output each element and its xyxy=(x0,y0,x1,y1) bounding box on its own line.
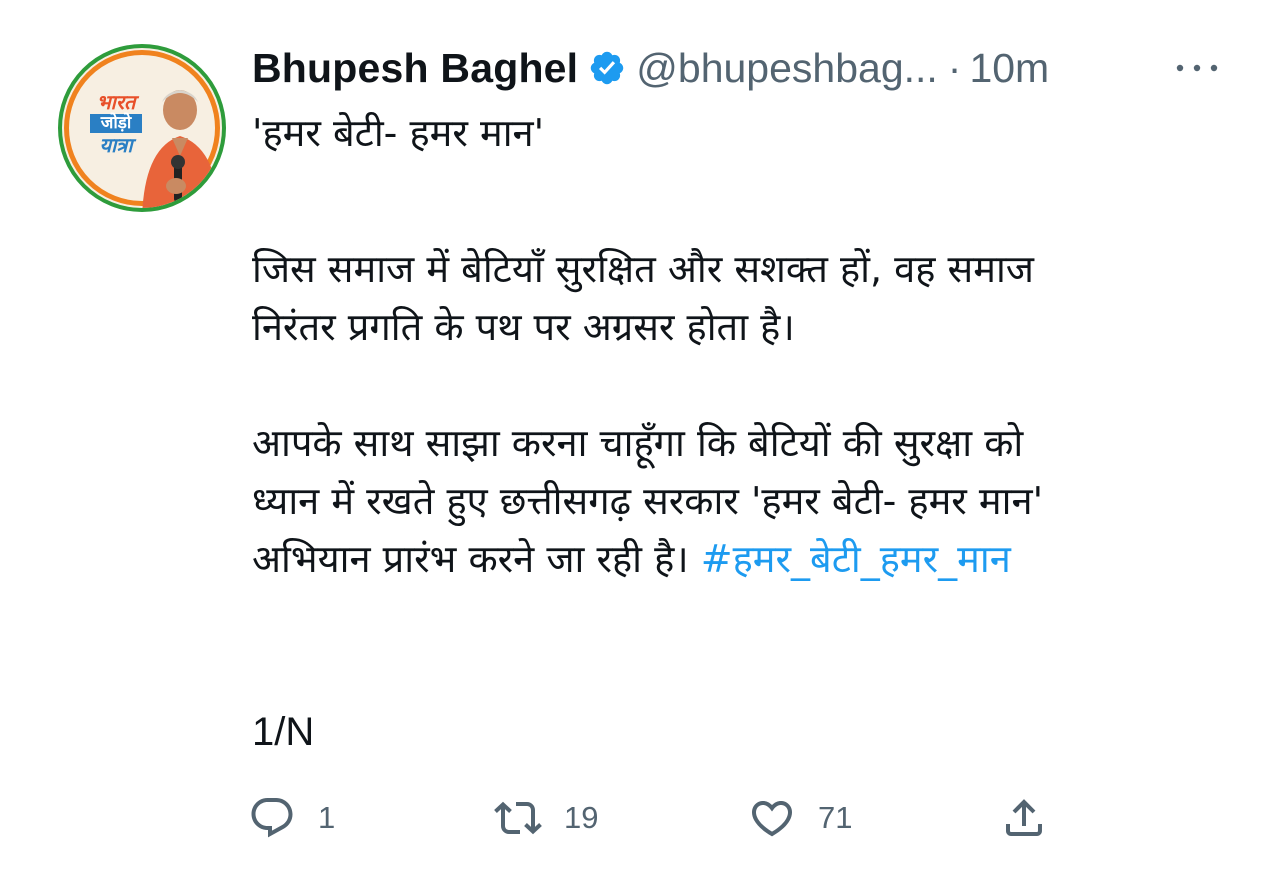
hashtag-link[interactable]: #हमर_बेटी_हमर_मान xyxy=(701,537,1011,581)
retweet-count: 19 xyxy=(564,800,599,835)
tweet-header: Bhupesh Baghel @bhupeshbag... · 10m xyxy=(252,40,1049,96)
action-bar: 1 19 71 xyxy=(248,788,1068,848)
retweet-icon xyxy=(494,801,542,835)
paragraph2-line3: अभियान प्रारंभ करने जा रही है। #हमर_बेटी… xyxy=(252,530,1232,588)
thread-marker: 1/N xyxy=(252,710,315,754)
paragraph2-line3-text: अभियान प्रारंभ करने जा रही है। xyxy=(252,537,701,581)
avatar[interactable]: भारत जोड़ो यात्रा xyxy=(58,44,226,212)
person-photo-icon xyxy=(142,90,220,208)
like-button[interactable]: 71 xyxy=(748,788,852,848)
display-name[interactable]: Bhupesh Baghel xyxy=(252,45,578,92)
separator-dot: · xyxy=(947,44,962,91)
paragraph2-line1: आपके साथ साझा करना चाहूँगा कि बेटियों की… xyxy=(252,421,1024,465)
paragraph1-line1: जिस समाज में बेटियाँ सुरक्षित और सशक्त ह… xyxy=(252,247,1034,291)
reply-count: 1 xyxy=(318,800,336,835)
timestamp[interactable]: 10m xyxy=(969,45,1049,92)
verified-badge-icon xyxy=(591,51,624,85)
more-horizontal-icon[interactable] xyxy=(1170,46,1224,90)
reply-bubble-icon xyxy=(251,798,293,838)
tweet-text: 'हमर बेटी- हमर मान' जिस समाज में बेटियाँ… xyxy=(252,104,1232,588)
share-upload-icon xyxy=(1006,799,1042,836)
paragraph2-line2: ध्यान में रखते हुए छत्तीसगढ़ सरकार 'हमर … xyxy=(252,479,1044,523)
heart-icon xyxy=(751,801,793,837)
like-count: 71 xyxy=(818,800,853,835)
reply-button[interactable]: 1 xyxy=(248,788,335,848)
tweet-title-line: 'हमर बेटी- हमर मान' xyxy=(252,111,545,155)
user-handle[interactable]: @bhupeshbag... xyxy=(636,45,938,92)
tweet-card: भारत जोड़ो यात्रा Bhupesh Baghel @bhupes… xyxy=(0,0,1280,874)
paragraph1-line2: निरंतर प्रगति के पथ पर अग्रसर होता है। xyxy=(252,305,795,349)
share-button[interactable] xyxy=(1000,788,1048,848)
retweet-button[interactable]: 19 xyxy=(494,788,598,848)
